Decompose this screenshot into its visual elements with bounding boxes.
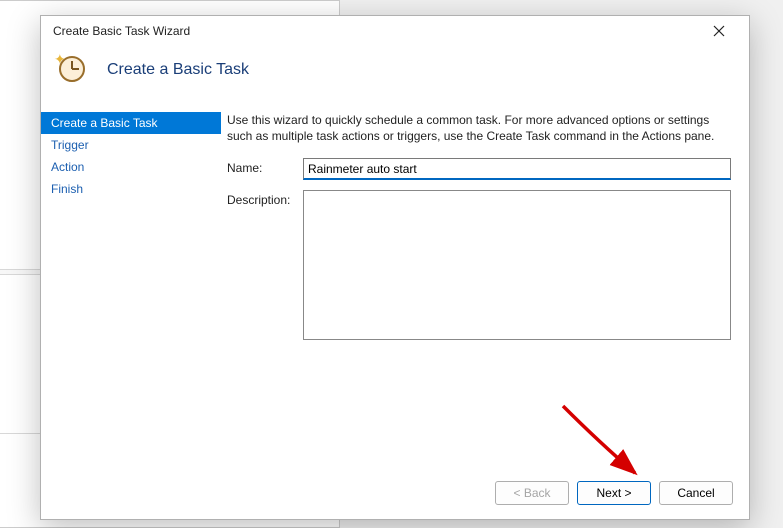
- wizard-heading: Create a Basic Task: [107, 61, 249, 79]
- description-label: Description:: [227, 190, 303, 207]
- wizard-header: ✦ Create a Basic Task: [41, 46, 749, 112]
- sidebar-item-label: Trigger: [51, 138, 89, 152]
- description-row: Description:: [227, 190, 731, 340]
- name-label: Name:: [227, 158, 303, 175]
- wizard-clock-icon: ✦: [57, 54, 89, 86]
- sidebar-item-label: Finish: [51, 182, 83, 196]
- sidebar-item-label: Action: [51, 160, 84, 174]
- back-button: < Back: [495, 481, 569, 505]
- window-title: Create Basic Task Wizard: [53, 24, 699, 38]
- description-textarea[interactable]: [303, 190, 731, 340]
- titlebar: Create Basic Task Wizard: [41, 16, 749, 46]
- sidebar-item-finish[interactable]: Finish: [41, 178, 221, 200]
- sidebar-item-label: Create a Basic Task: [51, 116, 158, 130]
- close-button[interactable]: [699, 17, 739, 45]
- sidebar-item-create-basic-task[interactable]: Create a Basic Task: [41, 112, 221, 134]
- wizard-content: Use this wizard to quickly schedule a co…: [221, 112, 749, 467]
- cancel-button[interactable]: Cancel: [659, 481, 733, 505]
- intro-text: Use this wizard to quickly schedule a co…: [227, 112, 731, 144]
- name-row: Name:: [227, 158, 731, 180]
- next-button[interactable]: Next >: [577, 481, 651, 505]
- close-icon: [713, 25, 725, 37]
- wizard-steps-sidebar: Create a Basic Task Trigger Action Finis…: [41, 112, 221, 467]
- wizard-dialog: Create Basic Task Wizard ✦ Create a Basi…: [40, 15, 750, 520]
- sidebar-item-trigger[interactable]: Trigger: [41, 134, 221, 156]
- wizard-footer: < Back Next > Cancel: [41, 467, 749, 519]
- name-input[interactable]: [303, 158, 731, 180]
- sidebar-item-action[interactable]: Action: [41, 156, 221, 178]
